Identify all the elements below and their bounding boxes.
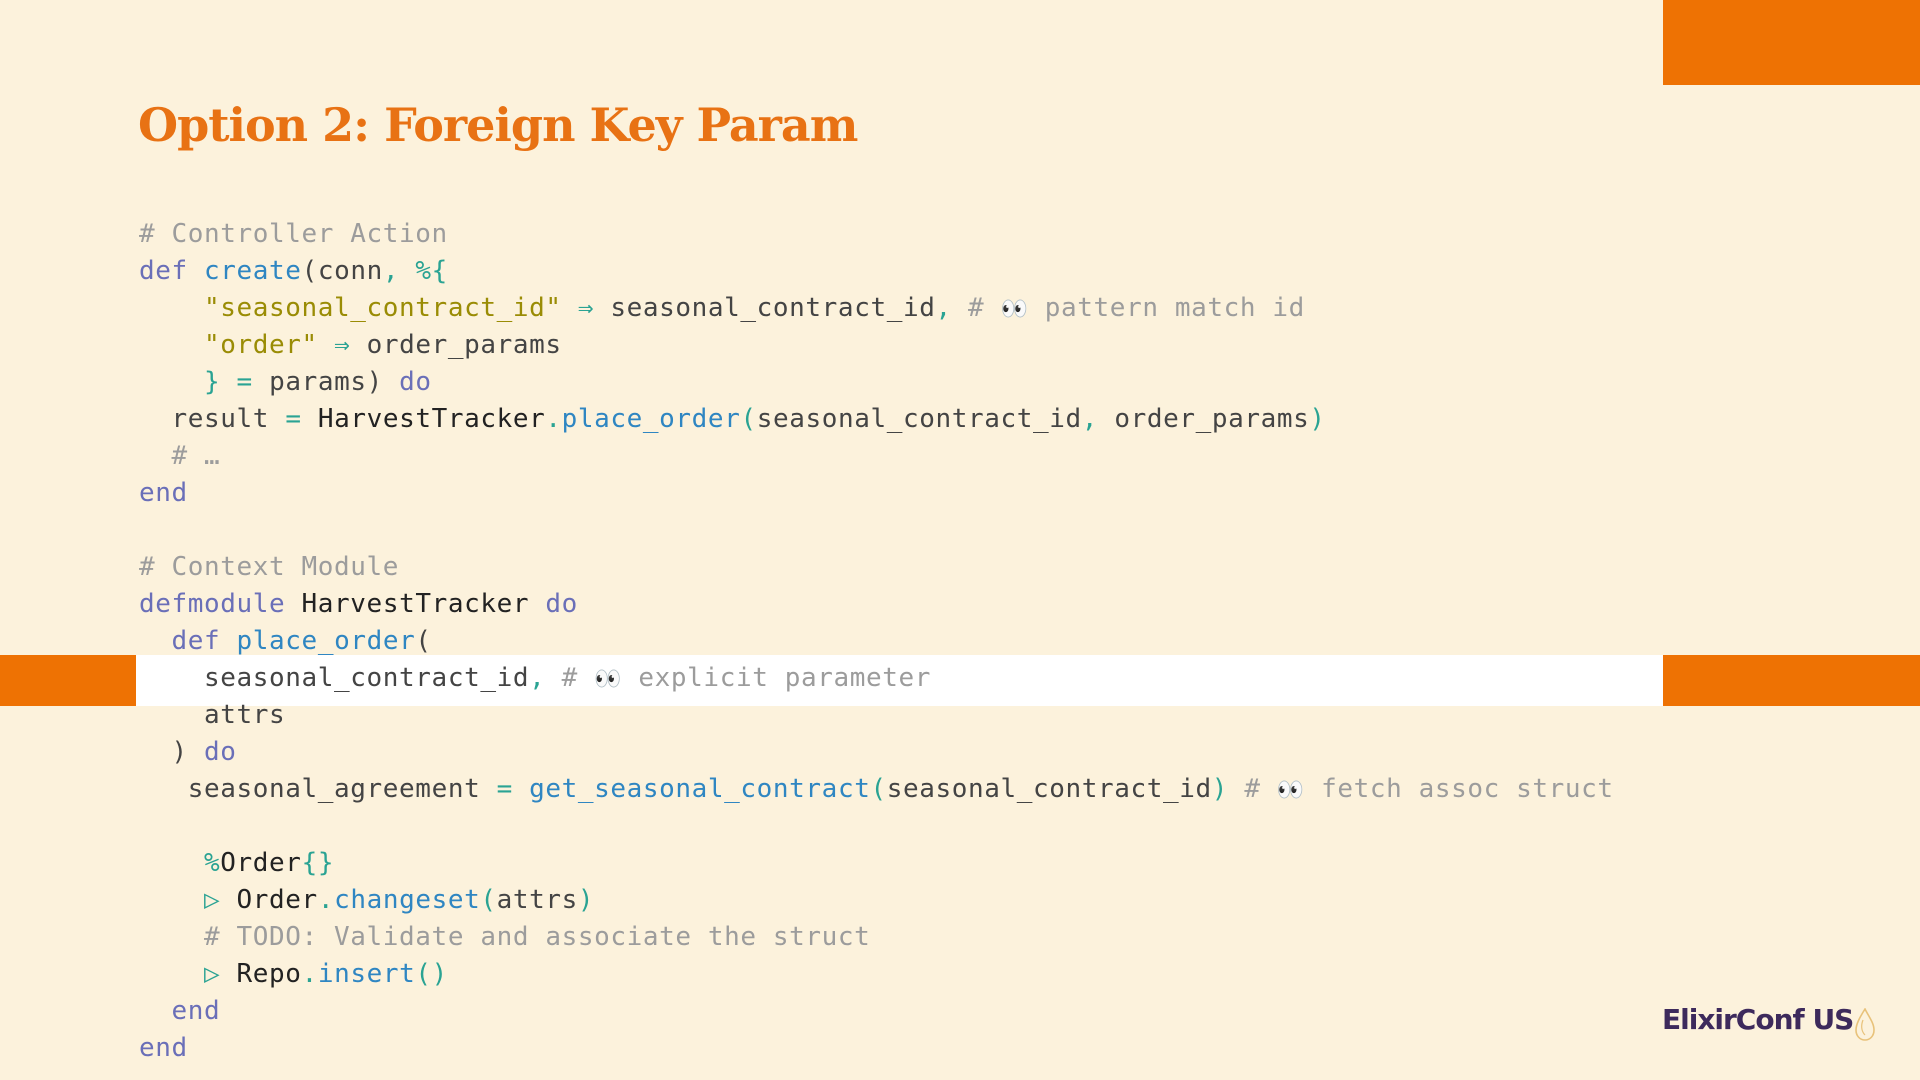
eyes-icon: 👀 bbox=[594, 667, 623, 692]
slide-title: Option 2: Foreign Key Param bbox=[138, 98, 858, 152]
code-line-10: # Context Module bbox=[139, 552, 400, 582]
code-line-3: "seasonal_contract_id" ⇒ seasonal_contra… bbox=[204, 293, 1305, 323]
code-line-23: end bbox=[139, 1033, 188, 1063]
code-line-15: ) do bbox=[171, 737, 237, 767]
eyes-icon: 👀 bbox=[1000, 297, 1029, 322]
code-line-18: %Order{} bbox=[204, 848, 335, 878]
code-line-1: # Controller Action bbox=[139, 219, 448, 249]
code-line-7: # … bbox=[171, 441, 221, 471]
code-line-19: ▷ Order.changeset(attrs) bbox=[204, 885, 595, 915]
eyes-icon: 👀 bbox=[1276, 778, 1305, 803]
highlight-bar-left bbox=[0, 655, 136, 706]
code-line-14: attrs bbox=[204, 700, 286, 730]
code-line-8: end bbox=[139, 478, 188, 508]
code-line-4: "order" ⇒ order_params bbox=[204, 330, 562, 360]
elixirconf-logo: ElixirConf US bbox=[1662, 1003, 1854, 1036]
corner-accent-bar bbox=[1663, 0, 1920, 85]
code-line-22: end bbox=[171, 996, 221, 1026]
elixir-drop-icon bbox=[1855, 1008, 1875, 1041]
code-line-21: ▷ Repo.insert() bbox=[204, 959, 448, 989]
code-line-13: seasonal_contract_id, # 👀 explicit param… bbox=[204, 663, 931, 693]
code-line-11: defmodule HarvestTracker do bbox=[139, 589, 578, 619]
code-line-20: # TODO: Validate and associate the struc… bbox=[204, 922, 871, 952]
code-line-6: result = HarvestTracker.place_order(seas… bbox=[171, 404, 1326, 434]
code-line-2: def create(conn, %{ bbox=[139, 256, 448, 286]
highlight-bar-right bbox=[1663, 655, 1920, 706]
code-line-5: } = params) do bbox=[204, 367, 432, 397]
code-line-12: def place_order( bbox=[171, 626, 432, 656]
code-block: # Controller Action def create(conn, %{ "… bbox=[139, 216, 1614, 1067]
code-line-16: seasonal_agreement = get_seasonal_contra… bbox=[187, 774, 1614, 804]
